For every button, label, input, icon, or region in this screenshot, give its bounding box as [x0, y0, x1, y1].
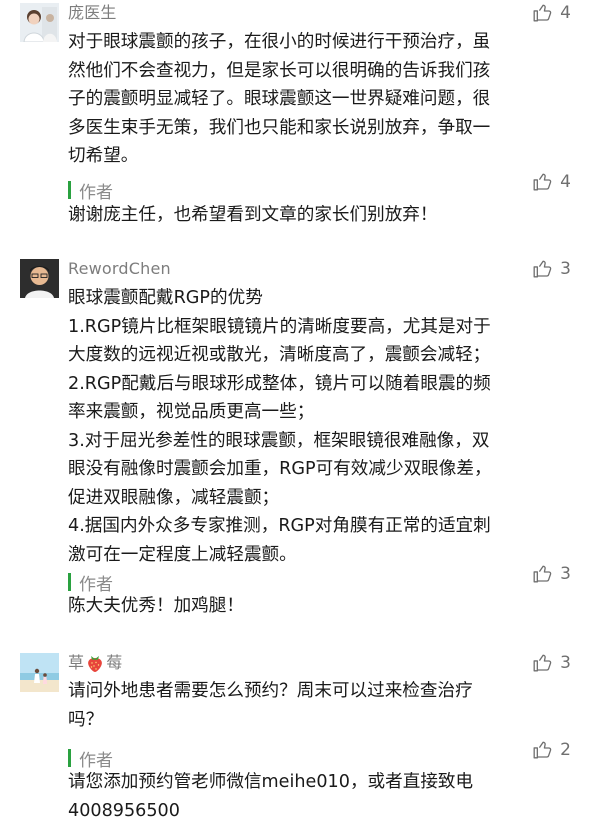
thumbs-up-icon: [532, 258, 553, 279]
author-reply-text: 请您添加预约管老师微信meihe010，或者直接致电 4008956500: [68, 768, 578, 818]
comment-line: 促进双眼融像，减轻震颤；: [68, 487, 280, 508]
thumbs-up-icon: [532, 2, 553, 23]
strawberry-icon: [88, 656, 103, 672]
reply-like-button[interactable]: 4: [532, 171, 571, 192]
comment-text: 眼球震颤配戴RGP的优势 1.RGP镜片比框架眼镜镜片的清晰度要高，尤其是对于 …: [68, 284, 578, 569]
reply-like-button[interactable]: 3: [532, 563, 571, 584]
comment-text: 请问外地患者需要怎么预约？周末可以过来检查治疗 吗？: [68, 677, 578, 734]
comment-line: 大度数的远视近视或散光，清晰度高了，震颤会减轻；: [68, 345, 491, 365]
avatar[interactable]: [20, 653, 59, 692]
like-count: 3: [560, 652, 571, 673]
like-count: 3: [560, 258, 571, 279]
comment-line: 切希望。: [68, 146, 139, 166]
author-label: 作者: [79, 750, 113, 771]
comment-line: 对于眼球震颤的孩子，在很小的时候进行干预治疗，虽: [68, 32, 491, 52]
comment-text: 对于眼球震颤的孩子，在很小的时候进行干预治疗，虽 然他们不会查视力，但是家长可以…: [68, 28, 578, 171]
like-count: 2: [560, 739, 571, 760]
reply-like-button[interactable]: 2: [532, 739, 571, 760]
comment-line: 眼没有融像时震颤会加重，RGP可有效减少双眼像差，: [68, 459, 492, 479]
thumbs-up-icon: [532, 563, 553, 584]
comment-line: 吗？: [68, 709, 104, 730]
reply-line: 陈大夫优秀！加鸡腿！: [68, 596, 244, 616]
author-label: 作者: [79, 574, 113, 595]
reply-line: 4008956500: [68, 800, 180, 818]
reply-marker: [68, 573, 71, 591]
like-button[interactable]: 3: [532, 258, 571, 279]
reply-marker: [68, 749, 71, 767]
thumbs-up-icon: [532, 171, 553, 192]
like-count: 4: [560, 171, 571, 192]
avatar[interactable]: [20, 259, 59, 298]
thumbs-up-icon: [532, 739, 553, 760]
comment-line: 激可在一定程度上减轻震颤。: [68, 544, 297, 565]
author-reply-text: 谢谢庞主任，也希望看到文章的家长们别放弃！: [68, 201, 578, 230]
avatar[interactable]: [20, 3, 59, 42]
comment-username[interactable]: RewordChen: [68, 257, 171, 281]
comment-line: 子的震颤明显减轻了。眼球震颤这一世界疑难问题，很: [68, 89, 491, 109]
like-count: 3: [560, 563, 571, 584]
username-part: 莓: [106, 653, 123, 672]
comment-line: 4.据国内外众多专家推测，RGP对角膜有正常的适宜刺: [68, 516, 491, 536]
like-button[interactable]: 4: [532, 2, 571, 23]
reply-line: 谢谢庞主任，也希望看到文章的家长们别放弃！: [68, 205, 438, 225]
like-count: 4: [560, 2, 571, 23]
reply-marker: [68, 181, 71, 199]
author-reply-text: 陈大夫优秀！加鸡腿！: [68, 592, 578, 621]
comment-username[interactable]: 草 莓: [68, 651, 122, 675]
comment-line: 请问外地患者需要怎么预约？周末可以过来检查治疗: [68, 681, 473, 701]
comment-line: 2.RGP配戴后与眼球形成整体，镜片可以随着眼震的频: [68, 373, 491, 394]
comment-line: 多医生束手无策，我们也只能和家长说别放弃，争取一: [68, 117, 491, 138]
author-label: 作者: [79, 182, 113, 203]
comment-line: 然他们不会查视力，但是家长可以很明确的告诉我们孩: [68, 60, 491, 81]
comment-line: 眼球震颤配戴RGP的优势: [68, 288, 263, 308]
reply-line: 请您添加预约管老师微信meihe010，或者直接致电: [68, 772, 474, 792]
thumbs-up-icon: [532, 652, 553, 673]
comment-line: 率来震颤，视觉品质更高一些；: [68, 402, 315, 422]
author-reply-header: 作者: [68, 177, 113, 203]
comment-username[interactable]: 庞医生: [68, 1, 117, 25]
comment-line: 3.对于屈光参差性的眼球震颤，框架眼镜很难融像，双: [68, 430, 490, 451]
username-part: 草: [68, 653, 85, 672]
like-button[interactable]: 3: [532, 652, 571, 673]
comment-line: 1.RGP镜片比框架眼镜镜片的清晰度要高，尤其是对于: [68, 316, 491, 337]
